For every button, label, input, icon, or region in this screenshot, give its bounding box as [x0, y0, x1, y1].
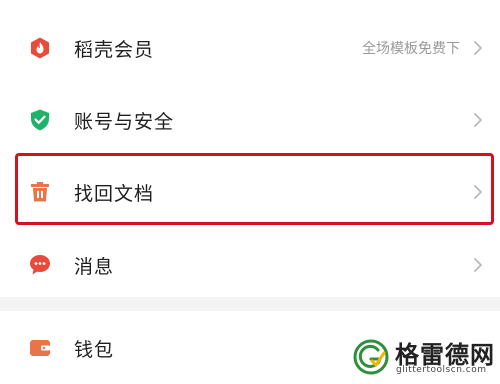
- wallet-icon: [28, 336, 52, 360]
- chevron-right-icon: [468, 110, 488, 130]
- menu-item-label: 消息: [74, 255, 115, 278]
- watermark-url: glittertoolscn.com: [396, 365, 487, 375]
- menu-item-label: 钱包: [74, 338, 115, 361]
- chevron-right-icon: [468, 38, 488, 58]
- flame-icon: [28, 36, 52, 60]
- member-promo-text: 全场模板免费下: [362, 41, 460, 57]
- chevron-right-icon: [468, 255, 488, 275]
- section-divider: [0, 297, 500, 311]
- menu-item-docer-member[interactable]: 稻壳会员 全场模板免费下: [0, 12, 500, 84]
- highlight-box: [15, 153, 494, 225]
- menu-item-label: 稻壳会员: [74, 38, 155, 61]
- menu-item-messages[interactable]: 消息: [0, 229, 500, 301]
- watermark-logo-icon: [352, 338, 390, 376]
- menu-item-label: 账号与安全: [74, 110, 175, 133]
- menu-item-account-security[interactable]: 账号与安全: [0, 84, 500, 156]
- shield-check-icon: [28, 108, 52, 132]
- chat-bubble-icon: [28, 253, 52, 277]
